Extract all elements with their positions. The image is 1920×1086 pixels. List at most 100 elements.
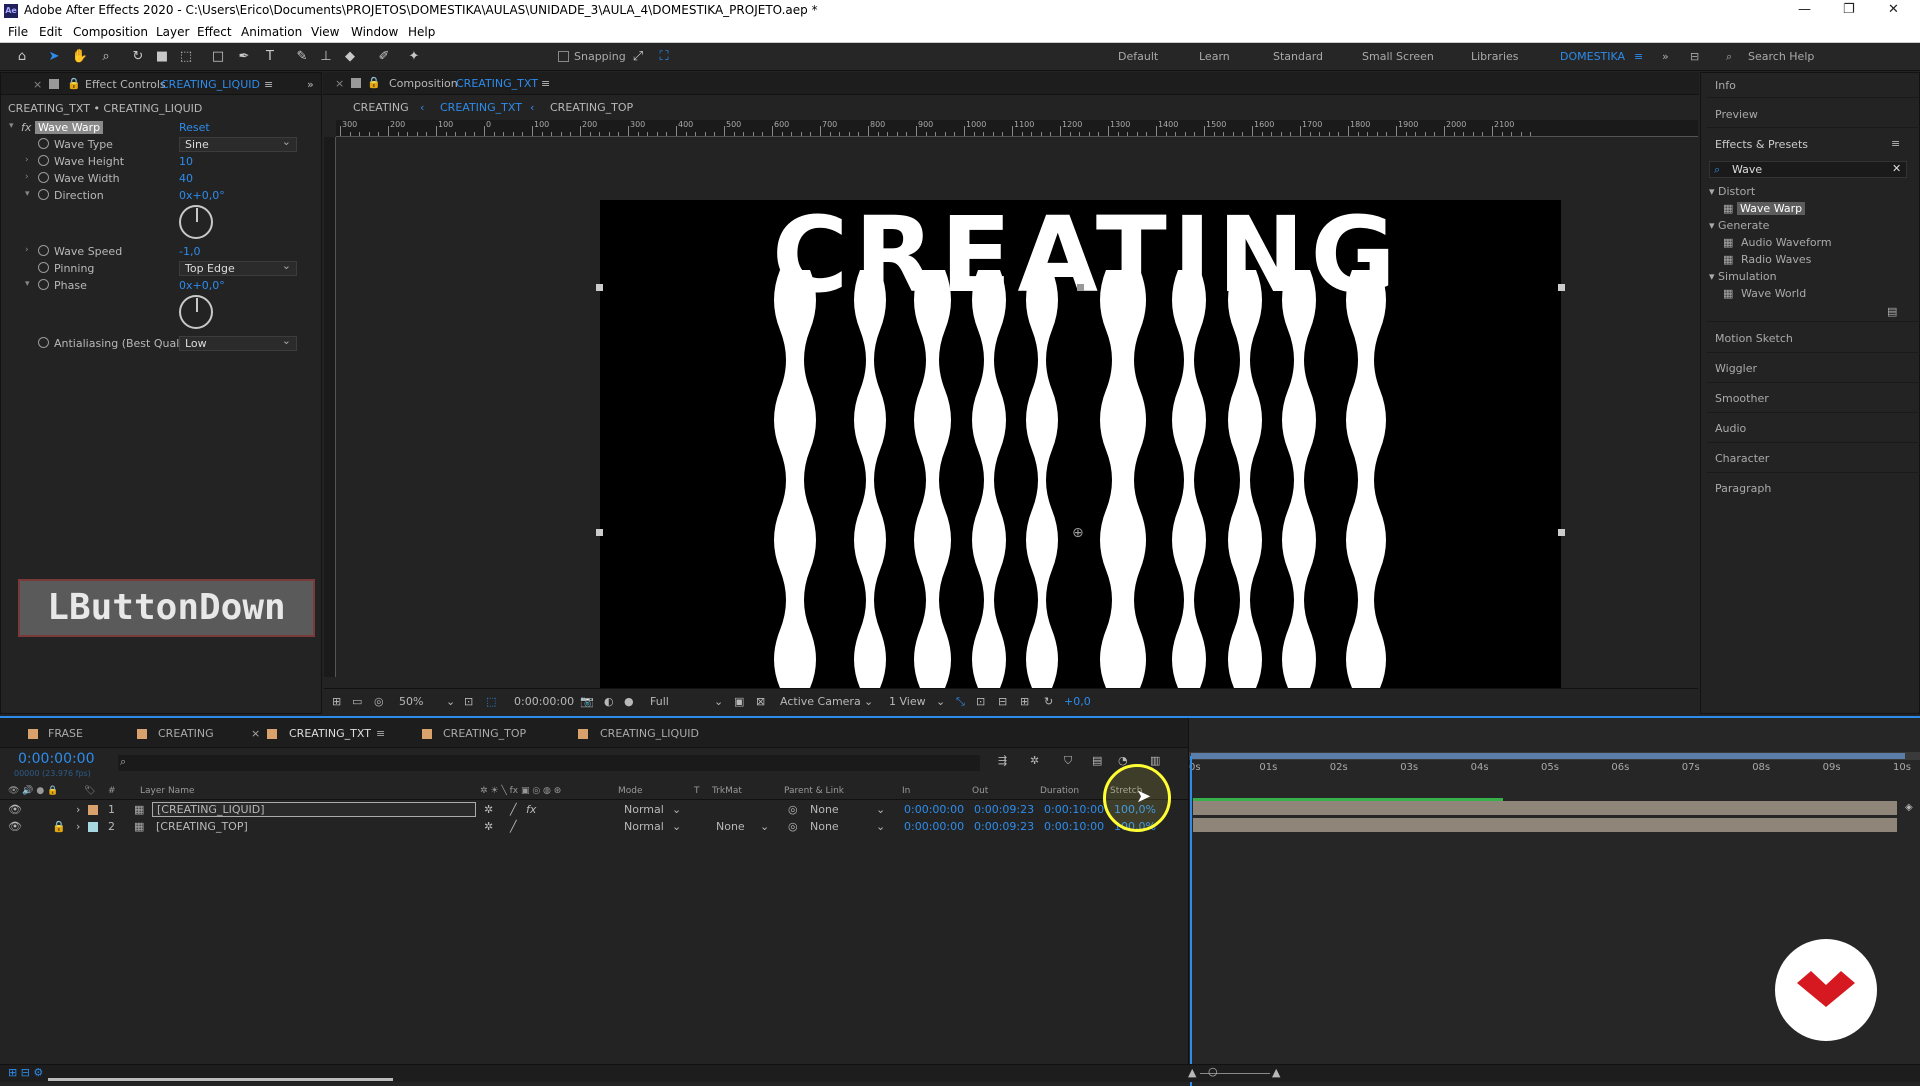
expand-triangle-icon[interactable]: ▾	[25, 279, 30, 289]
toggle-pixel-aspect-icon[interactable]: ⤡	[956, 695, 965, 709]
chevron-down-icon[interactable]: ⌄	[714, 695, 723, 708]
work-area-range[interactable]	[1191, 753, 1905, 759]
chevron-down-icon[interactable]: ⌄	[876, 803, 885, 816]
layer-bar-2[interactable]	[1193, 818, 1897, 832]
reset-exposure-icon[interactable]: ↻	[1044, 695, 1053, 708]
collapse-switch-icon[interactable]: ✲	[484, 820, 493, 833]
stopwatch-icon[interactable]	[38, 189, 49, 200]
wave-width-value[interactable]: 40	[179, 172, 193, 185]
panel-menu-icon[interactable]: ≡	[1891, 137, 1900, 150]
current-time[interactable]: 0:00:00:00	[18, 751, 95, 767]
stopwatch-icon[interactable]	[38, 337, 49, 348]
fast-previews-icon[interactable]: ⊡	[976, 695, 985, 708]
resolution-select[interactable]: Full	[650, 695, 669, 708]
flowchart-icon[interactable]: ⊞	[1020, 695, 1029, 708]
expand-triangle-icon[interactable]: ›	[76, 820, 80, 833]
eye-icon[interactable]: 👁	[8, 820, 22, 833]
selection-tool-icon[interactable]: ➤	[44, 47, 64, 67]
trkmat-select[interactable]: None	[716, 820, 745, 833]
workspace-toggle-icon[interactable]: ⊟	[1690, 50, 1699, 63]
column-layer-name[interactable]: Layer Name	[140, 786, 195, 796]
stopwatch-icon[interactable]	[38, 279, 49, 290]
fx-icon[interactable]: fx	[21, 121, 31, 134]
workspace-learn[interactable]: Learn	[1199, 50, 1230, 63]
frame-blending-icon[interactable]: ▤	[1092, 754, 1102, 767]
workspace-default[interactable]: Default	[1118, 50, 1158, 63]
transform-handle[interactable]	[1558, 284, 1565, 291]
chevron-down-icon[interactable]: ⌄	[760, 820, 769, 833]
layer-out[interactable]: 0:00:09:23	[974, 803, 1034, 816]
clear-search-icon[interactable]: ✕	[1892, 162, 1901, 175]
breadcrumb-creating-txt[interactable]: CREATING_TXT	[440, 101, 522, 114]
fit-icon[interactable]: ⊡	[464, 695, 473, 708]
wiggler-tab[interactable]: Wiggler	[1715, 362, 1757, 375]
grid-icon[interactable]: ⬚	[486, 695, 496, 708]
chevron-down-icon[interactable]: ⌄	[672, 803, 681, 816]
panel-lock-icon[interactable]	[351, 78, 361, 88]
expand-triangle-icon[interactable]: ›	[76, 803, 80, 816]
show-snapshot-icon[interactable]: ◐	[604, 695, 614, 708]
snapping-checkbox[interactable]	[558, 51, 569, 62]
expand-triangle-icon[interactable]: ›	[25, 172, 29, 182]
snapshot-icon[interactable]: 📷	[580, 695, 594, 708]
transform-handle[interactable]	[1077, 284, 1084, 291]
anchor-point-icon[interactable]: ⊕	[1072, 525, 1084, 541]
tree-item-wave-warp[interactable]: Wave Warp	[1737, 202, 1806, 215]
timeline-tab-creating[interactable]: CREATING	[158, 727, 214, 740]
direction-value[interactable]: 0x+0,0°	[179, 189, 225, 202]
restore-icon[interactable]: ❐	[1843, 2, 1855, 17]
more-workspaces-icon[interactable]: »	[1662, 50, 1669, 63]
expand-triangle-icon[interactable]: ›	[25, 155, 29, 165]
stopwatch-icon[interactable]	[38, 155, 49, 166]
channels-icon[interactable]: ●	[624, 695, 634, 708]
fx-switch-icon[interactable]: fx	[526, 803, 536, 816]
chevron-down-icon[interactable]: ⌄	[936, 695, 945, 708]
chevron-down-icon[interactable]: ⌄	[446, 695, 455, 708]
close-icon[interactable]: ×	[335, 77, 344, 90]
layer-search-input[interactable]: ⌕	[118, 755, 980, 771]
effect-name[interactable]: Wave Warp	[35, 121, 104, 134]
collapse-switch-icon[interactable]: ✲	[484, 803, 493, 816]
wave-type-select[interactable]: Sine	[179, 135, 297, 152]
layer-row-2[interactable]: 👁 🔒 › 2 ▦ [CREATING_TOP] ✲ ╱ Normal ⌄ No…	[0, 818, 1188, 835]
direction-dial[interactable]	[179, 205, 213, 239]
time-ruler[interactable]: 0s 01s 02s 03s 04s 05s 06s 07s 08s 09s 10s	[1189, 760, 1920, 778]
close-icon[interactable]: ✕	[1888, 2, 1899, 17]
timeline-tab-creating-top[interactable]: CREATING_TOP	[443, 727, 526, 740]
draft-3d-icon[interactable]: ✲	[1030, 754, 1039, 767]
work-area-bar[interactable]	[1189, 752, 1920, 760]
snap-edges-icon[interactable]: ⛶	[654, 47, 674, 67]
shy-layers-icon[interactable]: ⛉	[1064, 754, 1072, 768]
lock-icon[interactable]: 🔒	[367, 76, 381, 89]
effects-search-input[interactable]: ⌕ Wave ✕	[1709, 161, 1907, 178]
motion-sketch-tab[interactable]: Motion Sketch	[1715, 332, 1793, 345]
antialiasing-select[interactable]: Low	[179, 334, 297, 351]
views-select[interactable]: 1 View	[889, 695, 926, 708]
zoom-slider-thumb[interactable]: ○	[1208, 1065, 1218, 1078]
layer-in[interactable]: 0:00:00:00	[904, 803, 964, 816]
keyframe-nav-icon[interactable]: ◈	[1905, 802, 1913, 813]
panel-menu-icon[interactable]: ≡	[264, 78, 273, 91]
home-icon[interactable]: ⌂	[12, 47, 32, 67]
snap-options-icon[interactable]: ⤢	[628, 47, 648, 67]
transform-handle[interactable]	[1558, 529, 1565, 536]
zoom-tool-icon[interactable]: ⌕	[96, 47, 116, 67]
breadcrumb-creating[interactable]: CREATING	[353, 101, 409, 114]
workspace-menu-icon[interactable]: ≡	[1634, 50, 1643, 63]
transform-handle[interactable]	[596, 284, 603, 291]
workspace-libraries[interactable]: Libraries	[1471, 50, 1519, 63]
playhead[interactable]	[1190, 756, 1192, 1086]
composition-name[interactable]: CREATING_TXT	[456, 77, 538, 90]
transform-handle[interactable]	[596, 529, 603, 536]
phase-value[interactable]: 0x+0,0°	[179, 279, 225, 292]
wave-height-value[interactable]: 10	[179, 155, 193, 168]
zoom-out-icon[interactable]: ▲	[1188, 1066, 1196, 1079]
puppet-tool-icon[interactable]: ✦	[404, 47, 424, 67]
info-panel-tab[interactable]: Info	[1715, 79, 1736, 92]
smoother-tab[interactable]: Smoother	[1715, 392, 1769, 405]
panel-lock-icon[interactable]	[49, 79, 59, 89]
menu-file[interactable]: File	[8, 25, 28, 39]
chevron-down-icon[interactable]: ⌄	[864, 695, 873, 708]
eye-icon[interactable]: 👁	[8, 803, 22, 816]
pen-tool-icon[interactable]: ✒	[234, 47, 254, 67]
